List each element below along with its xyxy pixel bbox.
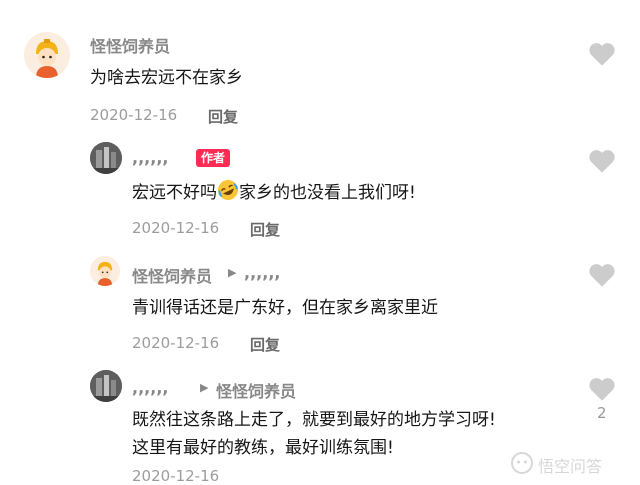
reply-button[interactable]: 回复 <box>250 219 280 240</box>
reply-to-name[interactable]: 怪怪饲养员 <box>216 378 296 402</box>
heart-icon[interactable] <box>588 148 616 174</box>
photo-avatar-icon <box>90 142 122 174</box>
comment-author[interactable]: ,,,,,, <box>132 148 168 167</box>
comment-date: 2020-12-16 <box>132 219 220 237</box>
heart-icon[interactable] <box>588 41 616 67</box>
photo-avatar-icon <box>90 370 122 402</box>
avatar[interactable] <box>24 32 70 78</box>
reply-to-name[interactable]: ,,,,,, <box>244 263 280 282</box>
reply-button[interactable]: 回复 <box>208 106 238 127</box>
comment-text-part: 家乡的也没看上我们呀! <box>239 183 416 203</box>
wukong-logo-icon <box>511 452 533 474</box>
comment-text: 宏远不好吗 家乡的也没看上我们呀! <box>132 178 416 203</box>
comment-text: 青训得话还是广东好，但在家乡离家里近 <box>132 298 438 318</box>
comment-date: 2020-12-16 <box>90 106 178 124</box>
watermark-text: 悟空问答 <box>538 457 603 476</box>
comment-author[interactable]: 怪怪饲养员 <box>132 263 212 287</box>
reply-arrow-icon: ▶ <box>228 266 237 279</box>
heart-icon[interactable] <box>588 262 616 288</box>
reply-button[interactable]: 回复 <box>250 334 280 355</box>
author-badge: 作者 <box>196 149 231 167</box>
avatar[interactable] <box>90 256 120 286</box>
like-count: 2 <box>597 404 607 422</box>
comment-text: 为啥去宏远不在家乡 <box>90 68 243 88</box>
avatar[interactable] <box>90 370 122 402</box>
rolling-laughing-emoji-icon <box>218 180 238 200</box>
comment-date: 2020-12-16 <box>132 334 220 352</box>
comment-text-part: 宏远不好吗 <box>132 183 217 203</box>
cartoon-avatar-icon <box>24 32 70 78</box>
cartoon-avatar-icon <box>90 256 120 286</box>
comment-author[interactable]: 怪怪饲养员 <box>90 33 170 57</box>
heart-icon[interactable] <box>588 376 616 402</box>
comment-author[interactable]: ,,,,,, <box>132 378 168 397</box>
avatar[interactable] <box>90 142 122 174</box>
reply-arrow-icon: ▶ <box>200 381 209 394</box>
comment-text-line: 这里有最好的教练，最好训练氛围! <box>132 438 394 458</box>
comment-text-line: 既然往这条路上走了，就要到最好的地方学习呀! <box>132 410 496 430</box>
comment-date: 2020-12-16 <box>132 467 220 485</box>
